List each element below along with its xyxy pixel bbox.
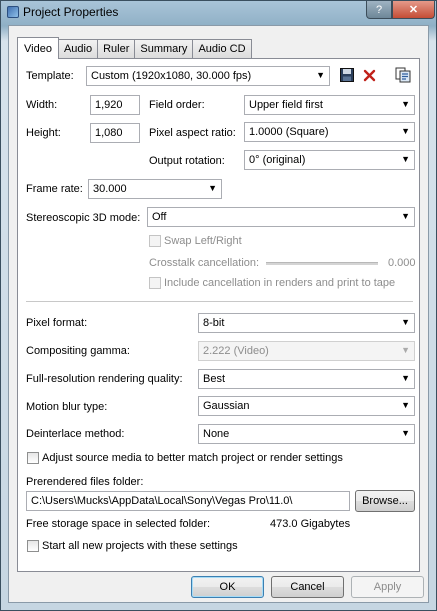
pixel-aspect-dropdown[interactable]: 1.0000 (Square) ▼ <box>244 122 415 142</box>
app-icon <box>7 6 19 18</box>
chevron-down-icon: ▼ <box>401 126 410 136</box>
width-field[interactable]: 1,920 <box>90 95 140 115</box>
apply-button[interactable]: Apply <box>351 576 424 598</box>
template-dropdown[interactable]: Custom (1920x1080, 30.000 fps) ▼ <box>86 66 330 86</box>
pixel-format-value: 8-bit <box>203 317 225 329</box>
height-field[interactable]: 1,080 <box>90 123 140 143</box>
frame-rate-value: 30.000 <box>93 183 127 195</box>
chevron-down-icon: ▼ <box>401 154 410 164</box>
browse-button[interactable]: Browse... <box>355 490 415 512</box>
match-media-icon[interactable] <box>394 66 412 84</box>
field-order-value: Upper field first <box>249 99 323 111</box>
tab-summary[interactable]: Summary <box>134 39 194 58</box>
deinterlace-value: None <box>203 428 230 440</box>
delete-icon[interactable] <box>361 67 377 83</box>
output-rotation-dropdown[interactable]: 0° (original) ▼ <box>244 150 415 170</box>
quality-label: Full-resolution rendering quality: <box>26 373 183 385</box>
close-button[interactable]: ✕ <box>392 1 435 19</box>
chevron-down-icon: ▼ <box>316 70 325 80</box>
pixel-aspect-value: 1.0000 (Square) <box>249 126 329 138</box>
help-button[interactable]: ? <box>366 1 392 19</box>
quality-value: Best <box>203 373 226 385</box>
tab-strip: Video Audio Ruler Summary Audio CD <box>17 37 252 59</box>
section-divider <box>26 301 413 302</box>
gamma-label: Compositing gamma: <box>26 345 130 357</box>
stereo-value: Off <box>152 211 167 223</box>
motion-blur-value: Gaussian <box>203 400 250 412</box>
include-cancel-checkbox[interactable] <box>149 277 161 289</box>
video-tab-panel: Template: Custom (1920x1080, 30.000 fps)… <box>17 58 420 572</box>
storage-label: Free storage space in selected folder: <box>26 518 211 530</box>
chevron-down-icon: ▼ <box>401 428 410 438</box>
swap-label: Swap Left/Right <box>164 235 242 247</box>
prerender-path-field[interactable]: C:\Users\Mucks\AppData\Local\Sony\Vegas … <box>26 491 350 511</box>
quality-dropdown[interactable]: Best ▼ <box>198 369 415 389</box>
chevron-down-icon: ▼ <box>401 99 410 109</box>
deinterlace-label: Deinterlace method: <box>26 428 125 440</box>
include-cancel-label: Include cancellation in renders and prin… <box>164 277 396 289</box>
pixel-aspect-label: Pixel aspect ratio: <box>149 127 236 139</box>
start-all-label: Start all new projects with these settin… <box>42 540 238 552</box>
tab-video[interactable]: Video <box>17 37 59 59</box>
adjust-source-checkbox[interactable] <box>27 452 39 464</box>
width-label: Width: <box>26 99 58 111</box>
cancel-button[interactable]: Cancel <box>271 576 344 598</box>
field-order-label: Field order: <box>149 99 205 111</box>
crosstalk-slider[interactable] <box>266 262 378 265</box>
storage-value: 473.0 Gigabytes <box>270 518 351 530</box>
chevron-down-icon: ▼ <box>401 373 410 383</box>
output-rotation-label: Output rotation: <box>149 155 225 167</box>
motion-blur-label: Motion blur type: <box>26 401 108 413</box>
crosstalk-value: 0.000 <box>388 257 416 269</box>
tab-audio[interactable]: Audio <box>57 39 99 58</box>
prerender-label: Prerendered files folder: <box>26 476 144 488</box>
height-label: Height: <box>26 127 61 139</box>
tab-ruler[interactable]: Ruler <box>97 39 136 58</box>
chevron-down-icon: ▼ <box>401 317 410 327</box>
swap-checkbox[interactable] <box>149 235 161 247</box>
window-title: Project Properties <box>23 5 119 19</box>
crosstalk-label: Crosstalk cancellation: <box>149 257 260 269</box>
stereo-label: Stereoscopic 3D mode: <box>26 212 141 224</box>
field-order-dropdown[interactable]: Upper field first ▼ <box>244 95 415 115</box>
dialog-window: Project Properties ? ✕ Video Audio Ruler… <box>0 0 437 611</box>
chevron-down-icon: ▼ <box>401 400 410 410</box>
chevron-down-icon: ▼ <box>208 183 217 193</box>
motion-blur-dropdown[interactable]: Gaussian ▼ <box>198 396 415 416</box>
chevron-down-icon: ▼ <box>401 211 410 221</box>
start-all-checkbox[interactable] <box>27 540 39 552</box>
pixel-format-dropdown[interactable]: 8-bit ▼ <box>198 313 415 333</box>
adjust-source-label: Adjust source media to better match proj… <box>42 452 343 464</box>
stereo-dropdown[interactable]: Off ▼ <box>147 207 415 227</box>
gamma-value: 2.222 (Video) <box>203 345 269 357</box>
deinterlace-dropdown[interactable]: None ▼ <box>198 424 415 444</box>
frame-rate-dropdown[interactable]: 30.000 ▼ <box>88 179 222 199</box>
save-icon[interactable] <box>339 67 355 83</box>
pixel-format-label: Pixel format: <box>26 317 88 329</box>
chevron-down-icon: ▼ <box>401 345 410 355</box>
frame-rate-label: Frame rate: <box>26 183 83 195</box>
output-rotation-value: 0° (original) <box>249 154 306 166</box>
gamma-dropdown[interactable]: 2.222 (Video) ▼ <box>198 341 415 361</box>
template-label: Template: <box>26 70 74 82</box>
ok-button[interactable]: OK <box>191 576 264 598</box>
dialog-client: Video Audio Ruler Summary Audio CD Templ… <box>8 25 429 603</box>
template-value: Custom (1920x1080, 30.000 fps) <box>91 70 252 82</box>
tab-audio-cd[interactable]: Audio CD <box>192 39 252 58</box>
title-bar[interactable]: Project Properties ? ✕ <box>1 1 436 25</box>
